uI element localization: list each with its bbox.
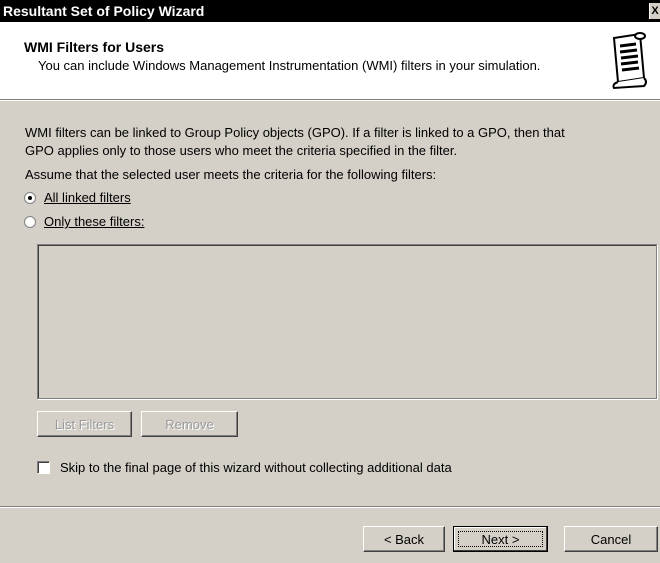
wizard-window: Resultant Set of Policy Wizard X WMI Fil… bbox=[0, 0, 660, 563]
intro-text-line2: GPO applies only to those users who meet… bbox=[25, 143, 458, 158]
focus-rectangle bbox=[458, 531, 543, 547]
skip-label[interactable]: Skip to the final page of this wizard wi… bbox=[60, 460, 452, 475]
back-button[interactable]: < Back bbox=[363, 526, 445, 552]
page-title: WMI Filters for Users bbox=[24, 39, 165, 55]
assume-text: Assume that the selected user meets the … bbox=[25, 167, 437, 182]
all-linked-filters-label[interactable]: All linked filters bbox=[44, 190, 131, 205]
cancel-button[interactable]: Cancel bbox=[564, 526, 658, 552]
filter-list[interactable] bbox=[37, 244, 657, 399]
footer-divider bbox=[0, 506, 660, 508]
skip-checkbox[interactable] bbox=[37, 461, 50, 474]
next-button[interactable]: Next > bbox=[453, 526, 548, 552]
close-button[interactable]: X bbox=[649, 3, 660, 19]
header-divider bbox=[0, 99, 660, 101]
remove-button[interactable]: Remove bbox=[141, 411, 238, 437]
radio-selected-dot bbox=[28, 196, 32, 200]
all-linked-filters-radio[interactable] bbox=[24, 192, 36, 204]
page-subtitle: You can include Windows Management Instr… bbox=[38, 58, 541, 73]
wizard-header: WMI Filters for Users You can include Wi… bbox=[0, 22, 660, 99]
only-these-filters-radio[interactable] bbox=[24, 216, 36, 228]
window-title: Resultant Set of Policy Wizard bbox=[3, 3, 205, 19]
only-these-filters-label[interactable]: Only these filters: bbox=[44, 214, 144, 229]
scroll-document-icon bbox=[612, 32, 647, 90]
intro-text-line1: WMI filters can be linked to Group Polic… bbox=[25, 125, 565, 140]
title-bar: Resultant Set of Policy Wizard X bbox=[0, 0, 660, 22]
list-filters-button[interactable]: List Filters bbox=[37, 411, 132, 437]
